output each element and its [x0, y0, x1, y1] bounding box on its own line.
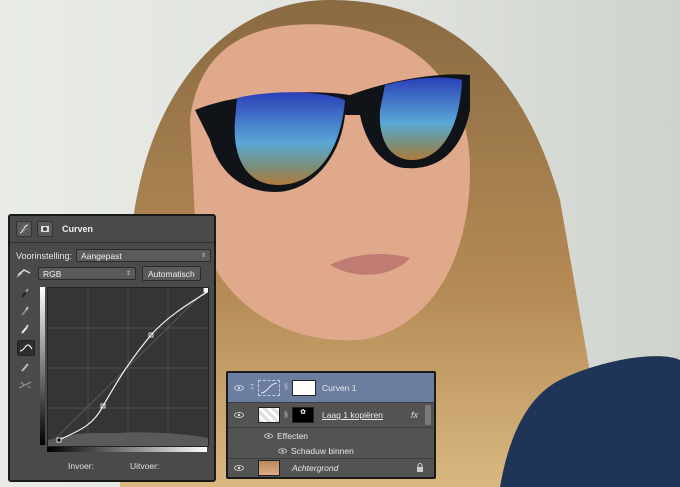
curve-point-icon[interactable]: [17, 340, 35, 356]
output-label: Uitvoer:: [130, 461, 160, 471]
layer-name: Laag 1 kopiëren: [322, 410, 383, 420]
eye-icon[interactable]: [228, 384, 250, 391]
target-adjust-icon[interactable]: [16, 267, 32, 281]
channel-select[interactable]: RGB ⇕: [38, 267, 136, 280]
inner-shadow-row[interactable]: Schaduw binnen: [228, 443, 434, 459]
input-gradient: [47, 447, 207, 452]
layer-row-laag-1-kopieren[interactable]: § ✿ Laag 1 kopiëren fx: [228, 403, 434, 428]
lock-icon: [416, 462, 424, 474]
curves-layer-thumb: [258, 379, 280, 396]
preset-value: Aangepast: [81, 250, 122, 261]
auto-button[interactable]: Automatisch: [142, 266, 201, 281]
layers-panel: ⌶ § Curven 1 § ✿ Laag 1 kopiëren fx Effe…: [226, 371, 436, 479]
curves-adjustment-icon[interactable]: [16, 221, 32, 237]
output-gradient: [40, 287, 45, 445]
clip-icon: ⌶: [250, 383, 255, 391]
background-thumb: [258, 460, 280, 476]
panel-title: Curven: [62, 224, 94, 234]
eyedropper-black-icon[interactable]: [17, 286, 33, 300]
layer-name: Curven 1: [322, 382, 357, 393]
preset-select[interactable]: Aangepast ⇕: [76, 249, 212, 262]
fx-icon[interactable]: fx: [411, 410, 418, 420]
eyedropper-gray-icon[interactable]: [17, 304, 33, 318]
curves-panel-header: Curven: [10, 216, 214, 243]
eye-icon[interactable]: [264, 431, 273, 441]
link-icon[interactable]: §: [283, 384, 289, 391]
eye-icon[interactable]: [228, 412, 250, 418]
effects-label: Effecten: [277, 430, 309, 441]
eye-icon[interactable]: [228, 465, 250, 471]
curves-properties-panel: Curven Voorinstelling: Aangepast ⇕ RGB ⇕…: [8, 214, 216, 482]
link-icon[interactable]: §: [283, 412, 289, 419]
chevron-updown-icon: ⇕: [125, 271, 131, 277]
mask-thumb: ✿: [292, 407, 314, 423]
pencil-icon[interactable]: [17, 360, 33, 374]
layer-thumb: [258, 407, 280, 423]
channel-value: RGB: [43, 268, 62, 279]
layer-row-achtergrond[interactable]: Achtergrond: [228, 459, 434, 477]
chevron-updown-icon: ⇕: [201, 253, 207, 259]
mask-icon[interactable]: [37, 221, 53, 237]
layer-name: Achtergrond: [292, 463, 339, 473]
smooth-icon[interactable]: [17, 378, 33, 392]
eyedropper-white-icon[interactable]: [17, 322, 33, 336]
layer-row-curven-1[interactable]: ⌶ § Curven 1: [228, 373, 434, 403]
inner-shadow-label: Schaduw binnen: [291, 445, 354, 456]
scrollbar[interactable]: [425, 405, 431, 425]
curves-tools: [17, 286, 35, 392]
mask-thumb: [292, 379, 316, 396]
eye-icon[interactable]: [278, 446, 287, 456]
input-label: Invoer:: [68, 461, 94, 471]
effects-row[interactable]: Effecten: [228, 428, 434, 443]
curve-graph[interactable]: [47, 287, 213, 447]
preset-label: Voorinstelling:: [16, 250, 73, 261]
